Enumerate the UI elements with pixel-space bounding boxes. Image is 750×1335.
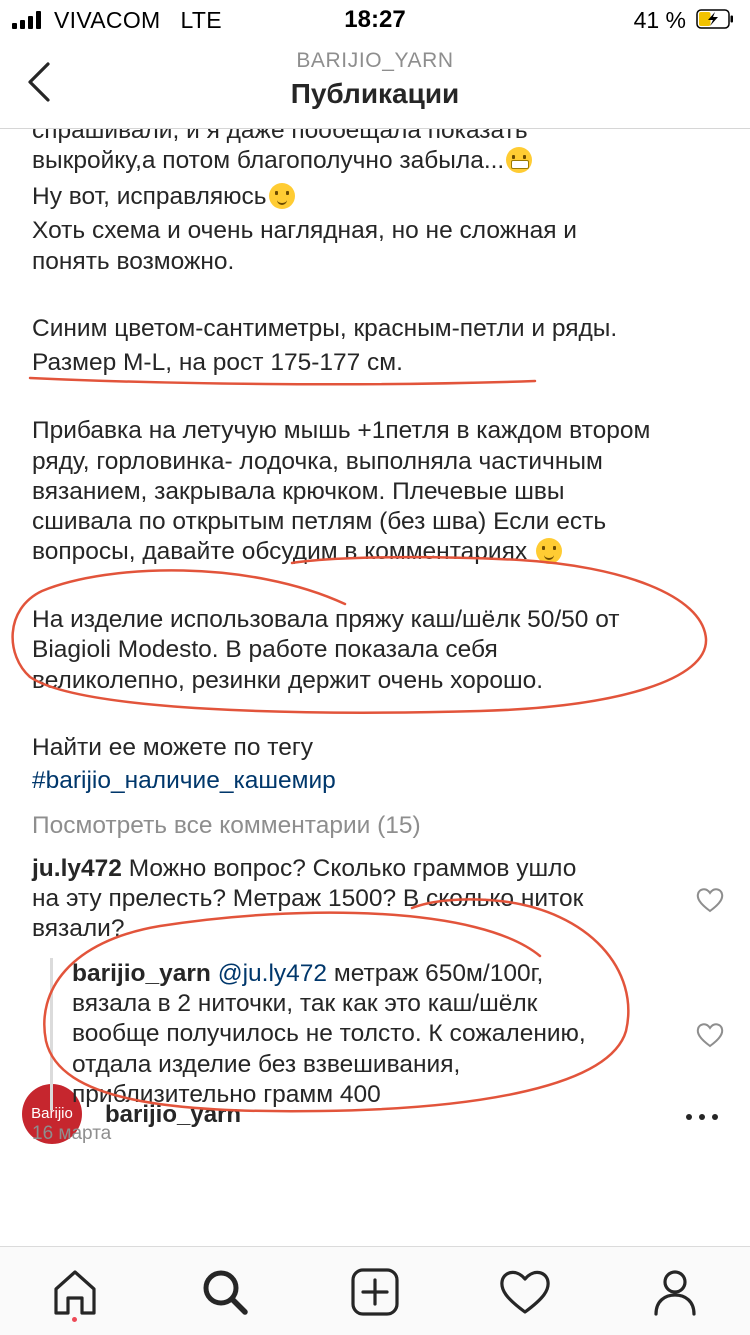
nav-header: BARIJIO_YARN Публикации <box>0 40 750 129</box>
caption-line: великолепно, резинки держит очень хорошо… <box>32 667 544 694</box>
caption-line: Прибавка на летучую мышь +1петля в каждо… <box>32 417 651 444</box>
reply-line: отдала изделие без взвешивания, <box>72 1051 461 1078</box>
post-date: 16 марта <box>32 1123 112 1144</box>
bottom-tab-bar <box>0 1246 750 1335</box>
battery-percent: 41 % <box>633 7 686 33</box>
comment-line: ju.ly472 Можно вопрос? Сколько граммов у… <box>32 854 576 884</box>
caption-line: выкройку,а потом благополучно забыла... <box>32 146 533 176</box>
caption-line: сшивала по открытым петлям (без шва) Есл… <box>32 508 607 535</box>
comment-line: вязали? <box>32 915 125 942</box>
reply-line: вязала в 2 ниточки, так как это каш/шёлк <box>72 990 538 1017</box>
page-title: Публикации <box>290 78 460 109</box>
caption-text: вопросы, давайте обсудим в комментариях <box>32 538 528 565</box>
caption-line: понять возможно. <box>32 248 235 275</box>
reply-line: barijio_yarn @ju.ly472 метраж 650м/100г, <box>72 959 543 989</box>
caption-line: Найти ее можете по тегу <box>32 734 314 761</box>
like-comment-heart-icon[interactable] <box>696 887 724 913</box>
caption-line: вязанием, закрывала крючком. Плечевые шв… <box>32 478 565 505</box>
post-caption-area: спрашивали, и я даже пообещала показать … <box>0 111 750 1246</box>
comment-text: Можно вопрос? Сколько граммов ушло <box>128 855 577 882</box>
caption-text: выкройку,а потом благополучно забыла... <box>32 147 505 174</box>
caption-line: Ну вот, исправляюсь <box>32 182 295 212</box>
view-all-comments-link[interactable]: Посмотреть все комментарии (15) <box>32 811 421 841</box>
caption-line: Синим цветом-сантиметры, красным-петли и… <box>32 315 618 342</box>
profile-icon[interactable] <box>648 1265 702 1319</box>
reply-line: вообще получилось не толсто. К сожалению… <box>72 1020 586 1047</box>
reply-line: приблизительно грамм 400 <box>72 1081 381 1108</box>
comment-line: на эту прелесть? Метраж 1500? В сколько … <box>32 885 584 912</box>
like-reply-heart-icon[interactable] <box>696 1022 724 1048</box>
home-icon[interactable] <box>48 1265 102 1319</box>
caption-line: На изделие использовала пряжу каш/шёлк 5… <box>32 606 620 633</box>
winking-face-emoji <box>535 538 562 564</box>
caption-text: Ну вот, исправляюсь <box>32 183 267 210</box>
hashtag-link[interactable]: #barijio_наличие_кашемир <box>32 766 336 796</box>
search-icon[interactable] <box>198 1265 252 1319</box>
caption-line: ряду, горловинка- лодочка, выполняла час… <box>32 448 603 475</box>
underline-annotation <box>28 376 537 386</box>
caption-line: Размер M-L, на рост 175-177 см. <box>32 349 403 376</box>
reply-thread-line <box>50 958 53 1110</box>
reply-text: метраж 650м/100г, <box>333 960 544 987</box>
status-bar: VIVACOM LTE 18:27 41 % <box>0 0 750 40</box>
caption-line: Biagioli Modesto. В работе показала себя <box>32 636 498 663</box>
grinning-face-emoji <box>506 147 533 173</box>
reply-username[interactable]: barijio_yarn <box>72 960 211 987</box>
caption-line: Хоть схема и очень наглядная, но не слож… <box>32 217 577 244</box>
new-post-icon[interactable] <box>348 1265 402 1319</box>
winking-face-emoji <box>268 183 295 209</box>
caption-line: вопросы, давайте обсудим в комментариях <box>32 537 562 567</box>
reply-mention[interactable]: @ju.ly472 <box>218 960 327 987</box>
battery-charging-icon <box>696 9 733 29</box>
notification-dot <box>72 1317 77 1322</box>
activity-heart-icon[interactable] <box>498 1265 552 1319</box>
header-account-name: BARIJIO_YARN <box>296 49 454 72</box>
comment-username[interactable]: ju.ly472 <box>32 855 122 882</box>
